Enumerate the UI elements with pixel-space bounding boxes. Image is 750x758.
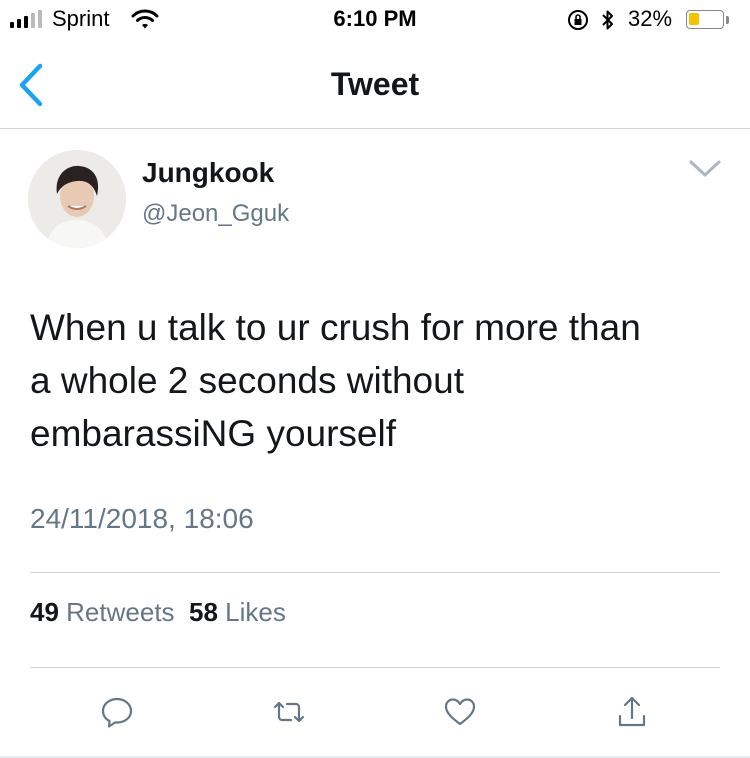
battery-level-fill bbox=[689, 13, 699, 25]
page-title: Tweet bbox=[330, 66, 420, 102]
chevron-down-icon[interactable] bbox=[688, 158, 722, 180]
like-icon bbox=[444, 698, 476, 726]
reply-icon bbox=[101, 697, 133, 728]
divider bbox=[30, 572, 720, 573]
like-button[interactable] bbox=[440, 692, 480, 732]
nav-divider bbox=[0, 128, 750, 129]
divider bbox=[30, 667, 720, 668]
likes-label: Likes bbox=[225, 597, 286, 627]
status-bar: Sprint 6:10 PM 32% bbox=[0, 0, 750, 40]
retweet-button[interactable] bbox=[269, 692, 309, 732]
share-icon bbox=[618, 696, 646, 727]
battery-percent: 32% bbox=[628, 6, 673, 31]
retweets-label: Retweets bbox=[66, 597, 175, 627]
retweet-icon bbox=[273, 701, 305, 723]
tweet-text-line: embarassiNG yourself bbox=[30, 413, 397, 454]
bluetooth-icon bbox=[602, 10, 613, 30]
tweet-stats: 49 Retweets 58 Likes bbox=[30, 597, 286, 628]
likes-count: 58 bbox=[189, 597, 218, 627]
tweet-text: When u talk to ur crush for more than a … bbox=[30, 301, 730, 460]
tweet-timestamp: 24/11/2018, 18:06 bbox=[30, 503, 254, 534]
avatar-image bbox=[28, 150, 126, 248]
battery-tip bbox=[726, 16, 729, 24]
retweets-stat[interactable]: 49 Retweets bbox=[30, 597, 175, 627]
rotation-lock-icon bbox=[568, 10, 588, 30]
reply-button[interactable] bbox=[97, 692, 137, 732]
battery-icon bbox=[686, 10, 724, 29]
likes-stat[interactable]: 58 Likes bbox=[189, 597, 286, 627]
retweets-count: 49 bbox=[30, 597, 59, 627]
author-handle[interactable]: @Jeon_Gguk bbox=[142, 200, 289, 228]
avatar[interactable] bbox=[28, 150, 126, 248]
tweet-text-line: When u talk to ur crush for more than bbox=[30, 307, 641, 348]
author-name[interactable]: Jungkook bbox=[142, 157, 274, 189]
tweet-text-line: a whole 2 seconds without bbox=[30, 360, 464, 401]
share-button[interactable] bbox=[612, 692, 652, 732]
